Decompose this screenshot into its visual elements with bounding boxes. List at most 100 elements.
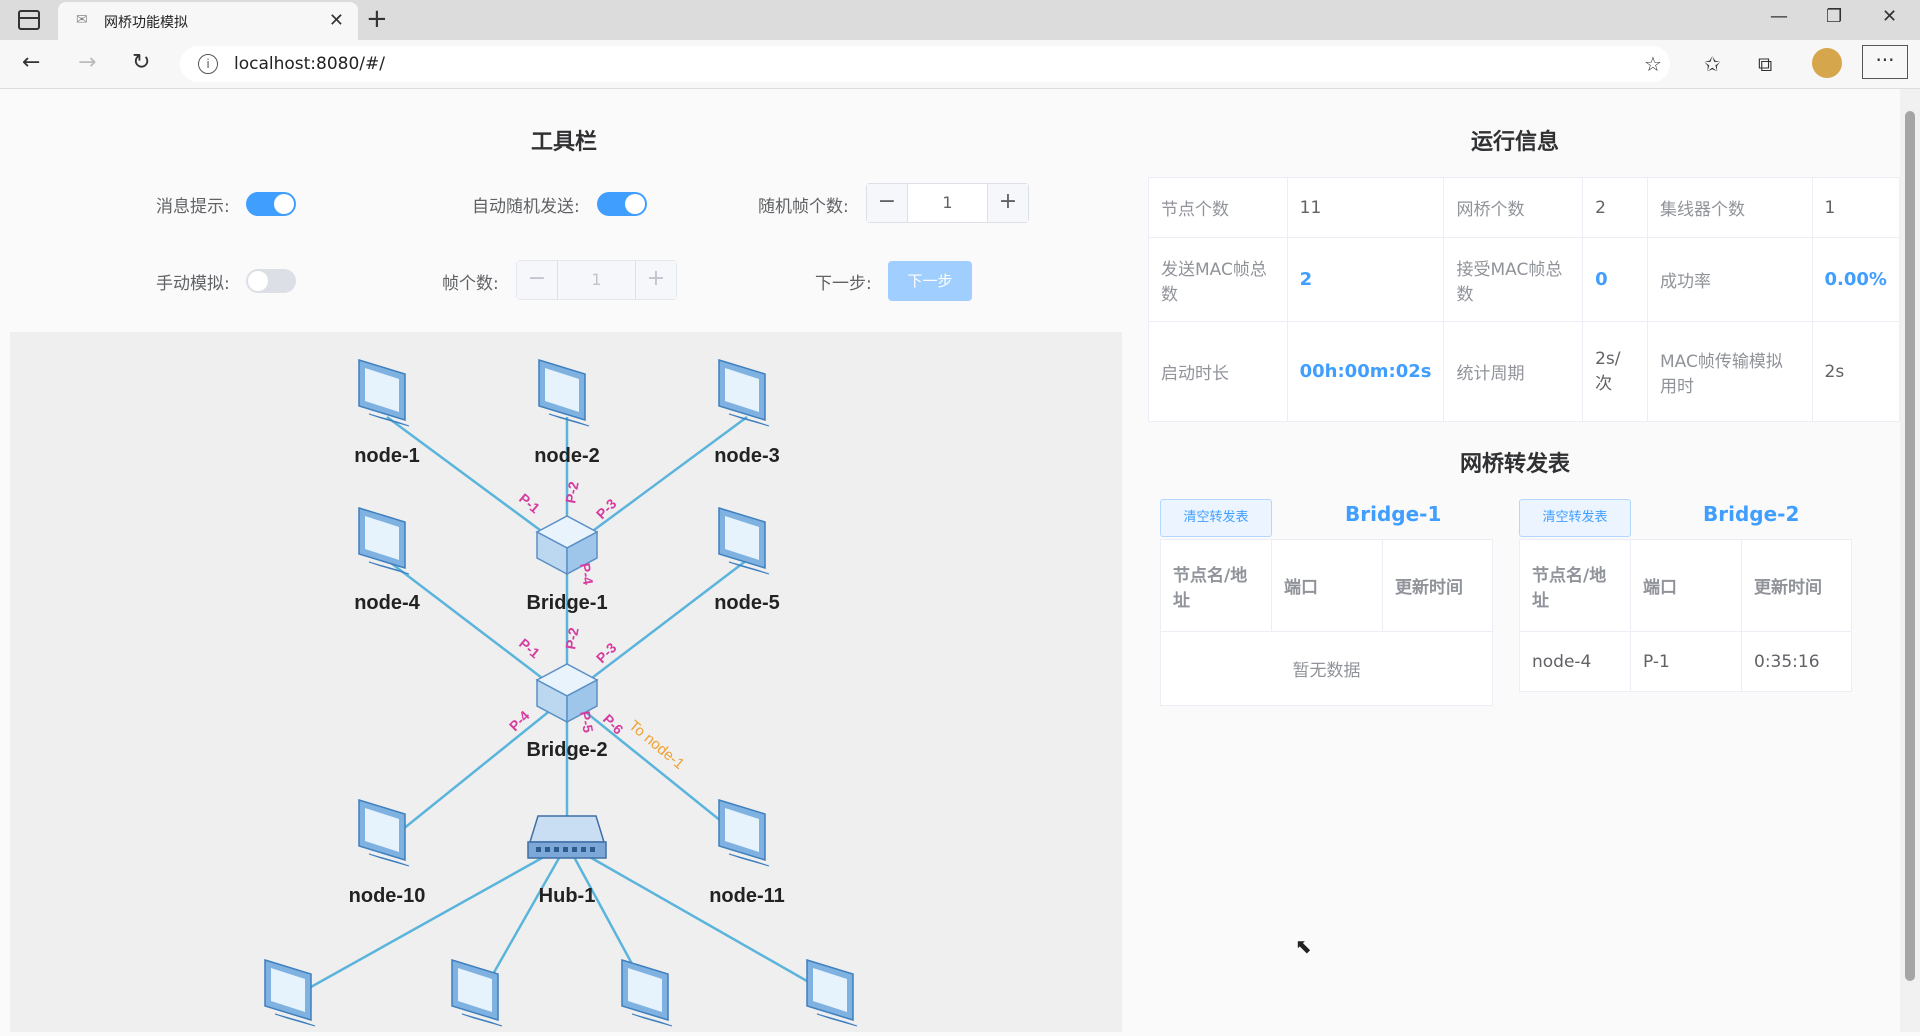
bridge1-table-title: Bridge-1 [1345, 502, 1442, 526]
topology-canvas[interactable]: node-1 node-2 node-3 node-4 node-5 Bridg… [10, 332, 1122, 1032]
run-info-value: 2 [1286, 237, 1445, 322]
url-text: localhost:8080/#/ [234, 54, 385, 74]
random-frames-value[interactable]: 1 [907, 184, 988, 222]
bridge2-forward-table: 节点名/地址 端口 更新时间 node-4 P-1 0:35:16 [1519, 539, 1852, 692]
frame-count-label: 帧个数: [442, 274, 499, 294]
address-bar[interactable]: i localhost:8080/#/ [180, 46, 1670, 82]
column-header: 更新时间 [1382, 539, 1493, 632]
table-row: node-4 P-1 0:35:16 [1519, 631, 1852, 692]
clear-bridge2-button[interactable]: 清空转发表 [1519, 499, 1631, 537]
link-hub-node6 [292, 842, 568, 999]
run-info-value: 00h:00m:02s [1286, 321, 1445, 422]
bridge2-port-p5: P-5 [577, 710, 597, 734]
add-favorite-icon[interactable]: ☆ [1644, 52, 1662, 76]
frame-count-stepper: − 1 + [516, 260, 677, 300]
random-frames-increment[interactable]: + [987, 184, 1028, 222]
tab-title: 网桥功能模拟 [104, 15, 188, 31]
run-info-key: 网桥个数 [1443, 177, 1584, 238]
bridge-1-label: Bridge-1 [526, 592, 607, 614]
node-3-label: node-3 [714, 445, 780, 467]
tab-close-icon[interactable]: ✕ [329, 10, 344, 31]
site-info-icon[interactable]: i [198, 54, 218, 74]
table-header-row: 节点名/地址 端口 更新时间 [1519, 539, 1852, 632]
node-5-label: node-5 [714, 592, 780, 614]
auto-send-label: 自动随机发送: [472, 197, 580, 217]
node-4-icon [358, 507, 410, 575]
frame-count-value[interactable]: 1 [557, 261, 636, 299]
run-info-key: MAC帧传输模拟用时 [1647, 321, 1813, 422]
hub-1-label: Hub-1 [539, 885, 596, 907]
clear-bridge1-button[interactable]: 清空转发表 [1160, 499, 1272, 537]
bridge1-port-p1: P-1 [516, 490, 543, 516]
run-info-key: 集线器个数 [1647, 177, 1813, 238]
bridge1-port-p2: P-2 [562, 480, 582, 504]
node-3-icon [718, 359, 770, 427]
bridge2-port-p4: P-4 [506, 707, 533, 734]
browser-tab-bar: ✉ 网桥功能模拟 ✕ + — ❐ ✕ [0, 0, 1920, 40]
profile-avatar[interactable] [1812, 48, 1842, 78]
frame-count-increment[interactable]: + [635, 261, 676, 299]
page-scrollbar[interactable] [1900, 89, 1920, 1032]
bridge1-port-p3: P-3 [593, 495, 620, 522]
column-header: 端口 [1630, 539, 1742, 632]
refresh-icon[interactable]: ↻ [132, 50, 150, 75]
new-tab-icon[interactable]: + [366, 4, 388, 34]
bridge2-port-p3: P-3 [593, 639, 620, 666]
node-1-label: node-1 [354, 445, 420, 467]
table-cell: P-1 [1630, 631, 1742, 692]
run-info-key: 启动时长 [1148, 321, 1288, 422]
msg-hint-switch[interactable] [246, 192, 296, 216]
bridge2-table-title: Bridge-2 [1703, 502, 1800, 526]
manual-label: 手动模拟: [156, 274, 230, 294]
scrollbar-thumb[interactable] [1905, 111, 1915, 981]
bridge1-forward-table: 节点名/地址 端口 更新时间 暂无数据 [1160, 539, 1493, 706]
next-step-label: 下一步: [815, 274, 872, 294]
collections-icon[interactable]: ⧉ [1758, 52, 1772, 76]
run-info-value: 11 [1286, 177, 1445, 238]
bridge2-port-p6: P-6 [600, 711, 627, 738]
node-11-icon [718, 799, 770, 867]
node-9-icon [806, 959, 858, 1027]
page-content: 工具栏 消息提示: 自动随机发送: 随机帧个数: − 1 + 手动模拟: 帧个数… [0, 89, 1900, 1032]
topology-diagram: node-1 node-2 node-3 node-4 node-5 Bridg… [264, 359, 858, 1027]
bridge1-port-p4: P-4 [577, 562, 597, 586]
bridge2-port-p1: P-1 [516, 635, 543, 661]
run-info-value: 2s [1811, 321, 1900, 422]
random-frames-decrement[interactable]: − [867, 184, 908, 222]
run-info-value: 0 [1582, 237, 1648, 322]
forward-table-title: 网桥转发表 [1460, 452, 1571, 477]
bridge-2-label: Bridge-2 [526, 739, 607, 761]
run-info-key: 接受MAC帧总数 [1443, 237, 1584, 322]
run-info-key: 发送MAC帧总数 [1148, 237, 1288, 322]
table-cell: node-4 [1519, 631, 1631, 692]
browser-tab[interactable]: ✉ 网桥功能模拟 ✕ [58, 2, 358, 40]
column-header: 节点名/地址 [1160, 539, 1272, 632]
browser-toolbar: ← → ↻ i localhost:8080/#/ ☆ ✩ ⧉ ··· [0, 40, 1920, 89]
next-step-button[interactable]: 下一步 [888, 261, 972, 301]
mouse-cursor-icon: ⬉ [1295, 934, 1312, 958]
table-row: 暂无数据 [1160, 631, 1493, 706]
toolbar-title: 工具栏 [531, 130, 598, 155]
window-close-icon[interactable]: ✕ [1882, 6, 1897, 27]
node-1-icon [358, 359, 410, 427]
run-info-value: 2 [1582, 177, 1648, 238]
frame-count-decrement[interactable]: − [517, 261, 558, 299]
page-favicon-icon: ✉ [76, 12, 88, 28]
run-info-row: 启动时长 00h:00m:02s 统计周期 2s/次 MAC帧传输模拟用时 2s [1148, 321, 1900, 422]
minimize-icon[interactable]: — [1770, 6, 1788, 27]
tab-actions-icon[interactable] [18, 10, 40, 30]
forward-icon[interactable]: → [78, 50, 96, 75]
favorites-icon[interactable]: ✩ [1704, 52, 1721, 76]
node-8-icon [621, 959, 673, 1027]
random-frames-label: 随机帧个数: [758, 197, 849, 217]
run-info-value: 2s/次 [1582, 321, 1648, 422]
node-2-icon [538, 359, 590, 427]
back-icon[interactable]: ← [22, 50, 40, 75]
node-5-icon [718, 507, 770, 575]
auto-send-switch[interactable] [597, 192, 647, 216]
restore-icon[interactable]: ❐ [1826, 6, 1842, 27]
table-cell: 0:35:16 [1741, 631, 1852, 692]
column-header: 节点名/地址 [1519, 539, 1631, 632]
manual-switch[interactable] [246, 269, 296, 293]
settings-more-icon[interactable]: ··· [1862, 45, 1908, 79]
